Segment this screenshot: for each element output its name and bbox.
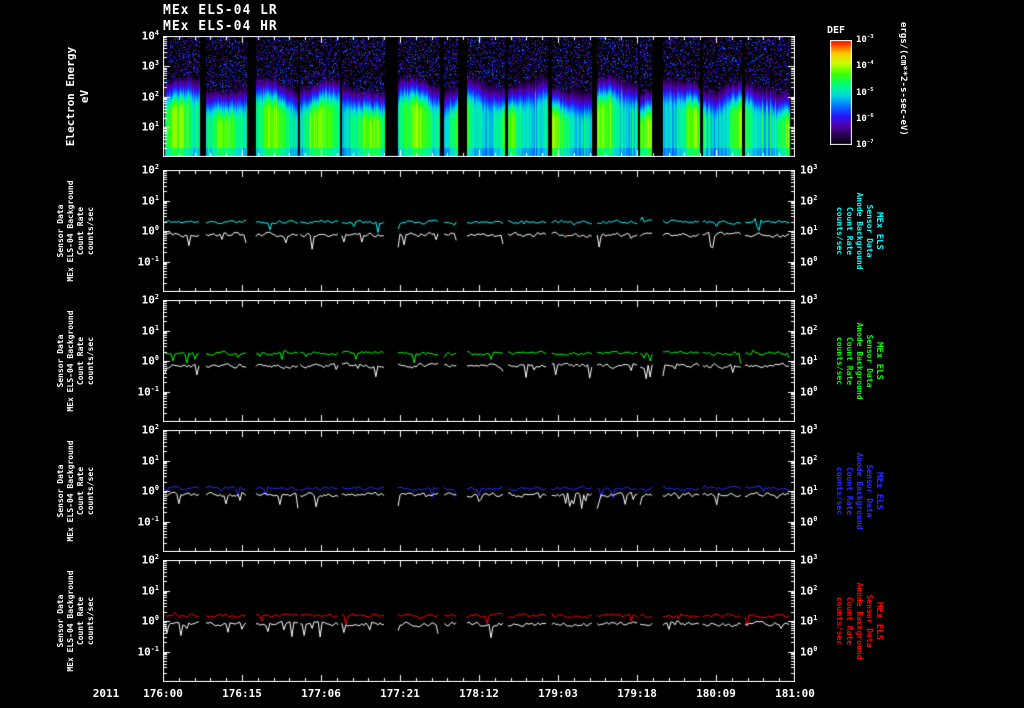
x-tick-label: 177:06 — [301, 687, 341, 700]
colorbar-tick-label: 10-3 — [856, 34, 874, 45]
colorbar-def-label: DEF — [827, 25, 846, 36]
panel-3-right-axis-title: MEx ELS Sensor Data Anode Background Count … — [835, 582, 884, 660]
colorbar-unit-label: ergs/(cm**2-s-sec-eV) — [898, 22, 908, 136]
panel-1-left-tick-label: 102 — [141, 293, 159, 307]
panel-2-left-tick-label: 10-1 — [137, 514, 159, 529]
panel-1-right-axis-title: MEx ELS Sensor Data Anode Background Count … — [835, 322, 884, 400]
colorbar-tick-label: 10-6 — [856, 112, 874, 124]
x-tick-label: 176:00 — [143, 687, 183, 700]
panel-2-left-tick-label: 100 — [141, 484, 159, 498]
panel-2-left-axis-title: Sensor Data MEx ELS-04 Background Count Ra… — [56, 440, 95, 542]
panel-1-left-tick-label: 100 — [141, 354, 159, 368]
panel-3-left-axis-title: Sensor Data MEx ELS-04 Background Count Ra… — [56, 570, 95, 672]
colorbar-tick-label: 10-7 — [856, 139, 874, 150]
panel-0-left-tick-label: 10-1 — [137, 254, 159, 269]
panel-1-left-axis-title: Sensor Data MEx ELS-04 Background Count Ra… — [56, 310, 95, 412]
x-tick-label: 178:12 — [459, 687, 499, 700]
plot-root: MEx ELS-04 LR MEx ELS-04 HR DEF ergs/(cm… — [0, 0, 1024, 708]
plot-title-lr: MEx ELS-04 LR — [163, 3, 278, 18]
x-tick-label: 180:09 — [696, 687, 736, 700]
panel-0-left-tick-label: 102 — [141, 163, 159, 177]
x-axis-year-label: 2011 — [92, 687, 120, 700]
panel-2-left-tick-label: 101 — [141, 453, 159, 468]
plot-title-hr: MEx ELS-04 HR — [163, 19, 278, 34]
colorbar — [830, 40, 852, 145]
panel-0-right-axis-title: MEx ELS Sensor Data Anode Background Count … — [835, 192, 884, 270]
spec-y-tick-label: 103 — [141, 59, 159, 73]
spec-y-tick-label: 102 — [141, 89, 159, 104]
spec-y-tick-label: 101 — [141, 119, 159, 134]
electron-energy-spectrogram — [163, 36, 795, 157]
panel-1-left-tick-label: 10-1 — [137, 384, 159, 399]
panel-3-left-tick-label: 102 — [141, 553, 159, 567]
x-tick-label: 179:18 — [617, 687, 657, 700]
panel-0-left-tick-label: 100 — [141, 224, 159, 238]
spectrogram-y-axis-title: Electron Energy eV — [64, 46, 91, 147]
x-tick-label: 181:00 — [775, 687, 815, 700]
panel-0-left-axis-title: Sensor Data MEx ELS-04 Background Count Ra… — [56, 180, 95, 282]
panel-2-right-axis-title: MEx ELS Sensor Data Anode Background Count … — [835, 452, 884, 530]
x-tick-label: 176:15 — [222, 687, 262, 700]
panel-3-left-tick-label: 101 — [141, 583, 159, 598]
x-tick-label: 177:21 — [380, 687, 420, 700]
x-tick-label: 179:03 — [538, 687, 578, 700]
panel-2-left-tick-label: 102 — [141, 423, 159, 437]
panel-3-left-tick-label: 10-1 — [137, 644, 159, 659]
spec-y-tick-label: 104 — [141, 29, 159, 43]
line-panel-red — [163, 560, 795, 682]
panel-3-left-tick-label: 100 — [141, 614, 159, 628]
line-panel-blue — [163, 430, 795, 552]
colorbar-tick-label: 10-4 — [856, 60, 874, 72]
panel-1-left-tick-label: 101 — [141, 323, 159, 338]
colorbar-tick-label: 10-5 — [856, 86, 874, 98]
line-panel-green — [163, 300, 795, 422]
panel-0-left-tick-label: 101 — [141, 193, 159, 208]
line-panel-cyan — [163, 170, 795, 292]
